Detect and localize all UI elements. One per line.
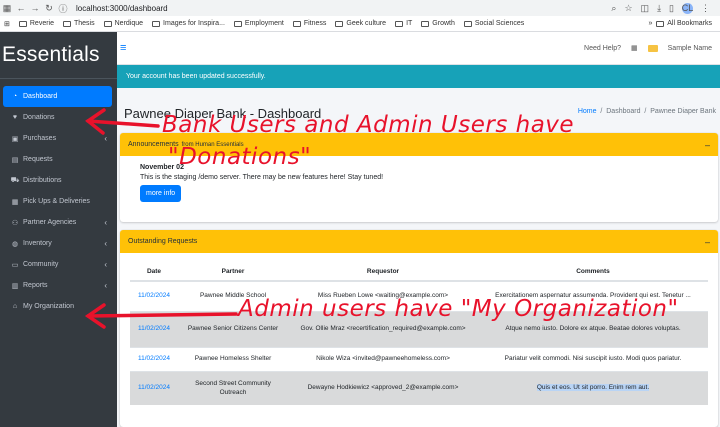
- annotation-organization: Admin users have "My Organization": [238, 296, 679, 322]
- annotation-arrows: [84, 108, 238, 329]
- arrow-shaft: [86, 119, 160, 128]
- annotation-donations-line1: Bank Users and Admin Users have: [162, 112, 575, 138]
- annotation-donations-line2: "Donations": [168, 144, 312, 170]
- annotation-arrow-donations: [85, 108, 160, 135]
- annotation-arrow-organization: [84, 303, 238, 329]
- arrow-shaft: [86, 312, 238, 318]
